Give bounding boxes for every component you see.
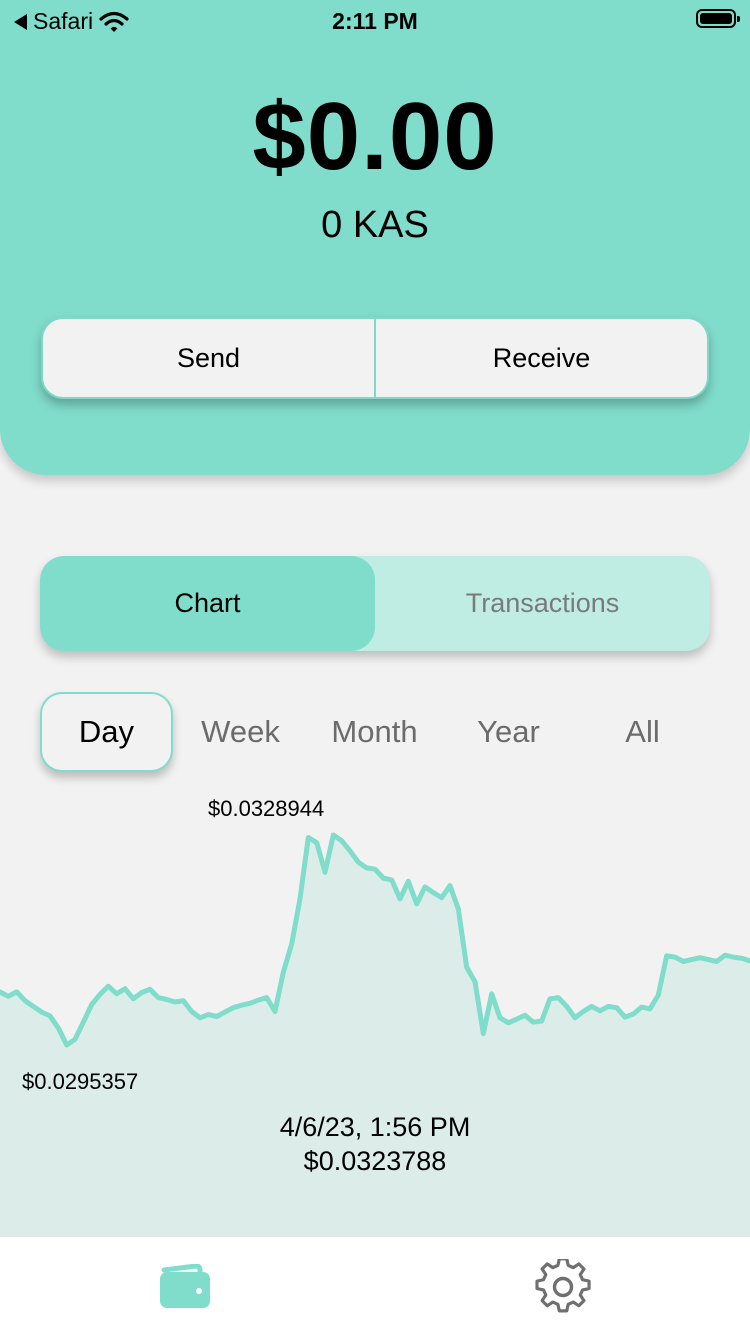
range-all[interactable]: All (576, 692, 709, 772)
action-buttons: Send Receive (41, 317, 709, 399)
range-day[interactable]: Day (40, 692, 173, 772)
chart-selected-time: 4/6/23, 1:56 PM (279, 1112, 471, 1142)
chart-selected-info: 4/6/23, 1:56 PM $0.0323788 (0, 1110, 750, 1178)
time-range-selector: Day Week Month Year All (40, 692, 710, 772)
chart-low-label: $0.0295357 (22, 1069, 139, 1094)
range-week[interactable]: Week (174, 692, 307, 772)
tab-wallet[interactable] (155, 1257, 215, 1317)
status-time: 2:11 PM (332, 8, 418, 34)
chart-selected-value: $0.0323788 (303, 1146, 447, 1176)
gear-icon (535, 1259, 591, 1313)
battery-icon (696, 9, 740, 28)
balance-usd: $0.00 (252, 83, 498, 190)
range-month[interactable]: Month (308, 692, 441, 772)
status-bar: Safari 2:11 PM (0, 0, 750, 40)
chart-high-label: $0.0328944 (208, 796, 325, 821)
balance-kas: 0 KAS (321, 204, 429, 246)
receive-button[interactable]: Receive (376, 319, 707, 397)
wallet-icon (160, 1264, 210, 1308)
tab-chart[interactable]: Chart (40, 556, 375, 651)
view-segmented-control: Chart Transactions (40, 556, 710, 651)
bottom-tab-bar (0, 1236, 750, 1335)
tab-transactions[interactable]: Transactions (375, 556, 710, 651)
tab-settings[interactable] (533, 1257, 593, 1317)
balance-header: Safari 2:11 PM $0.00 0 KAS Send Receive (0, 0, 750, 475)
range-year[interactable]: Year (442, 692, 575, 772)
send-button[interactable]: Send (43, 319, 374, 397)
